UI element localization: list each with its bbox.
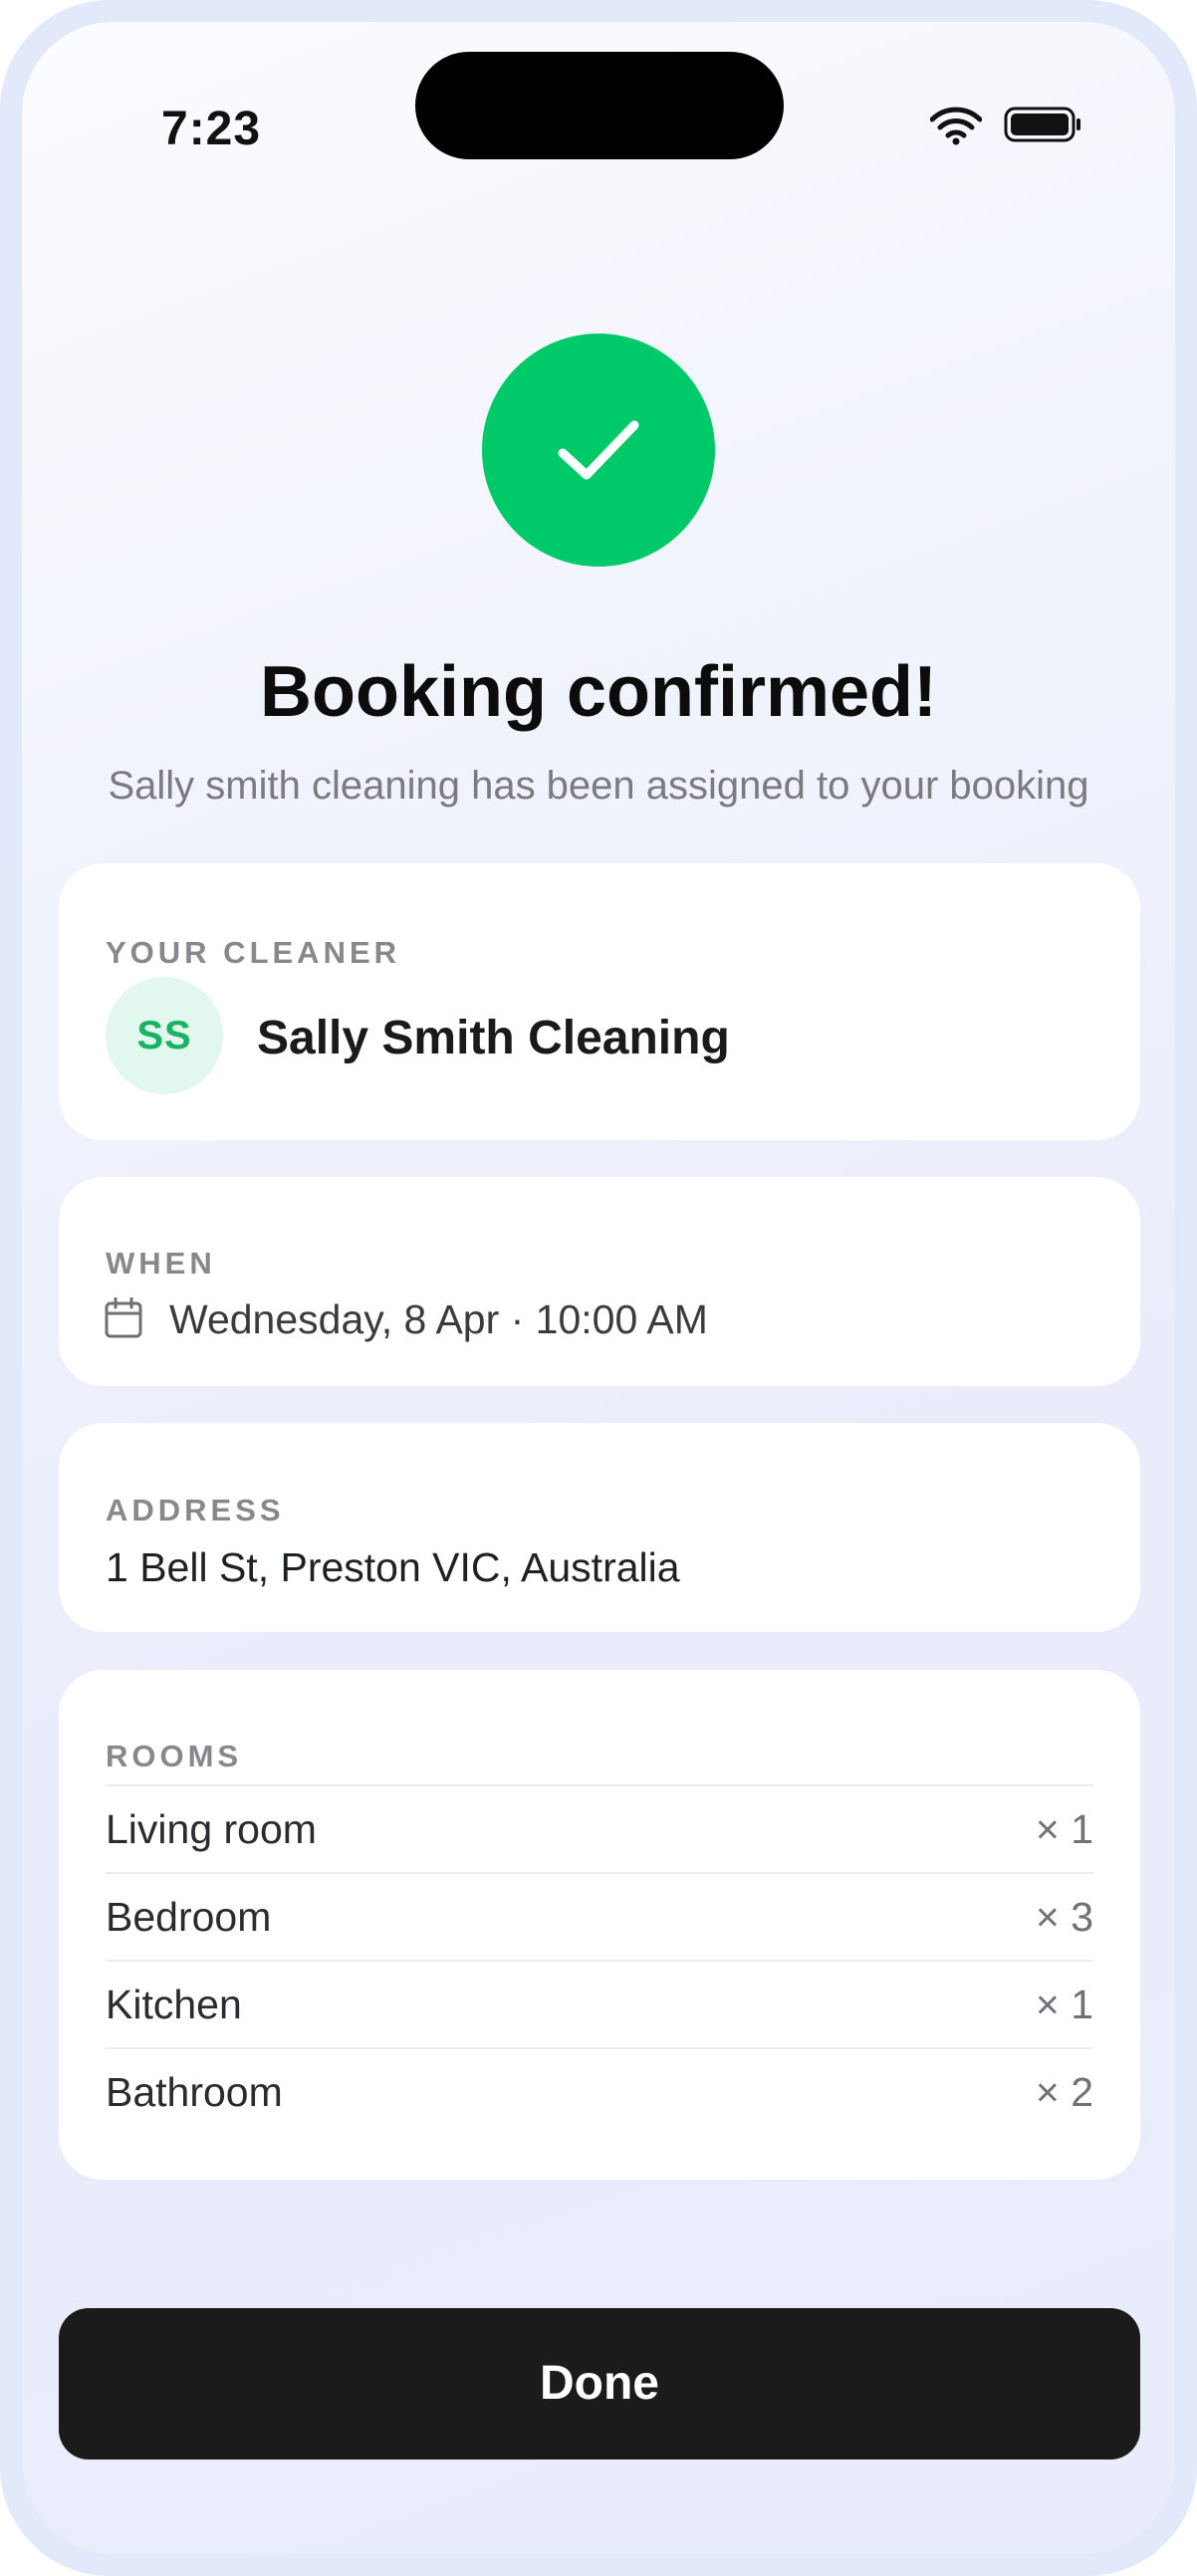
when-label: WHEN — [106, 1246, 216, 1281]
app-screen: 7:23 Booking confirmed! Sally smith clea… — [22, 22, 1175, 2554]
room-row: Living room × 1 — [106, 1784, 1093, 1872]
wifi-icon — [930, 107, 982, 145]
room-name: Bedroom — [106, 1894, 272, 1940]
page-title: Booking confirmed! — [260, 652, 937, 732]
phone-frame: 7:23 Booking confirmed! Sally smith clea… — [0, 0, 1197, 2576]
room-row: Bathroom × 2 — [106, 2047, 1093, 2135]
room-name: Living room — [106, 1806, 317, 1852]
done-button[interactable]: Done — [59, 2308, 1140, 2459]
checkmark-icon — [558, 420, 639, 480]
cleaner-label: YOUR CLEANER — [106, 935, 401, 970]
when-card: WHEN — [59, 1177, 1140, 1386]
page-subtitle: Sally smith cleaning has been assigned t… — [108, 764, 1089, 808]
success-checkmark — [482, 334, 715, 567]
room-row: Kitchen × 1 — [106, 1960, 1093, 2047]
room-quantity: × 1 — [1035, 1982, 1093, 2027]
room-quantity: × 2 — [1035, 2069, 1093, 2115]
address-label: ADDRESS — [106, 1493, 285, 1527]
booking-address: 1 Bell St, Preston VIC, Australia — [106, 1544, 680, 1590]
cleaner-name: Sally Smith Cleaning — [257, 1012, 730, 1064]
dynamic-island — [415, 52, 784, 159]
address-card: ADDRESS — [59, 1423, 1140, 1632]
booking-datetime: Wednesday, 8 Apr · 10:00 AM — [169, 1296, 708, 1342]
room-name: Kitchen — [106, 1982, 242, 2027]
avatar: SS — [106, 977, 223, 1094]
status-time: 7:23 — [161, 103, 262, 155]
room-quantity: × 3 — [1035, 1894, 1093, 1940]
rooms-label: ROOMS — [106, 1739, 243, 1773]
room-row: Bedroom × 3 — [106, 1872, 1093, 1960]
calendar-icon — [105, 1297, 142, 1338]
room-name: Bathroom — [106, 2069, 283, 2115]
cleaner-card: YOUR CLEANER — [59, 863, 1140, 1140]
battery-icon — [1004, 107, 1080, 142]
room-quantity: × 1 — [1035, 1806, 1093, 1852]
